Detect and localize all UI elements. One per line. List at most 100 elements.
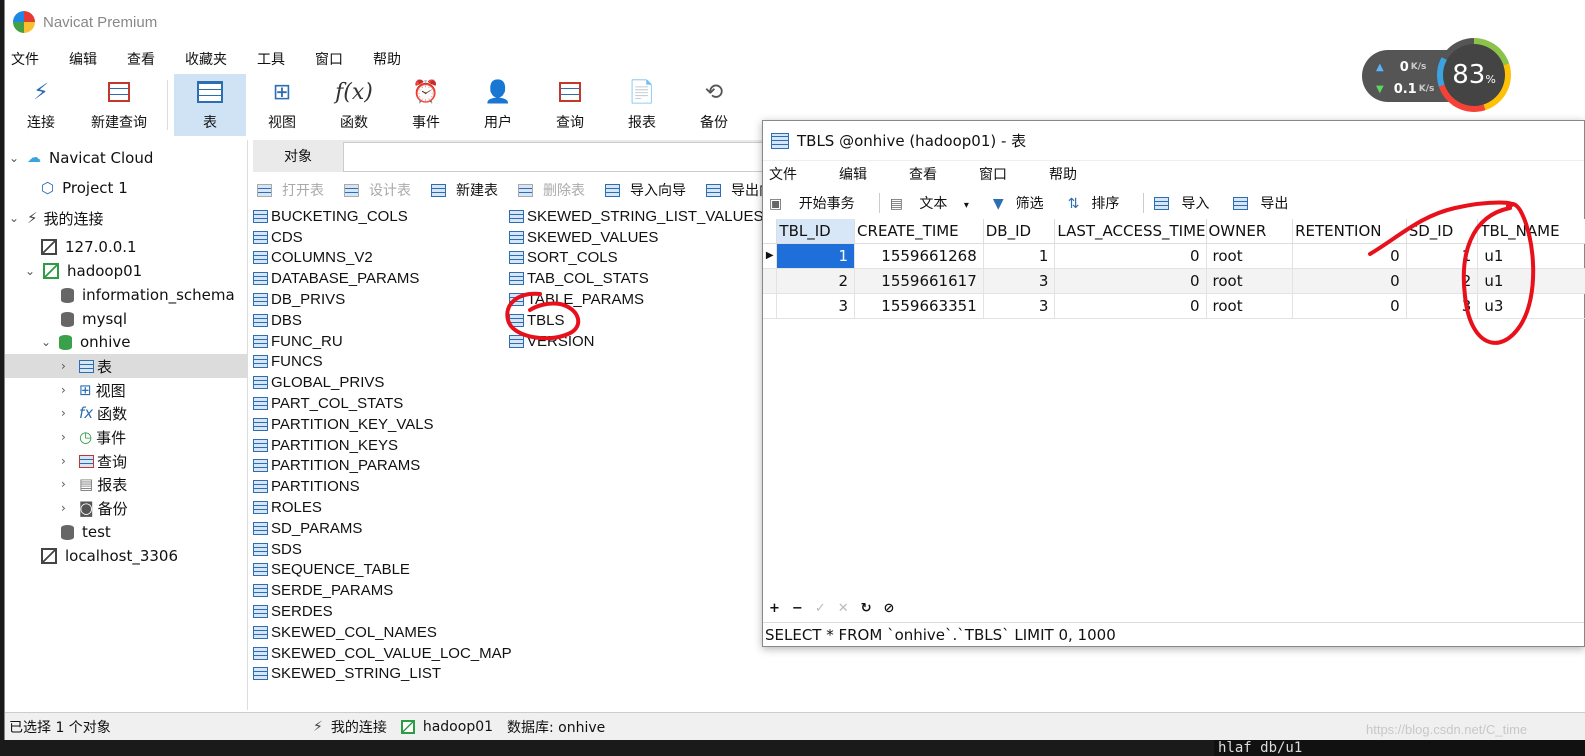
chevron-right-icon[interactable]: ›: [61, 383, 73, 397]
grid-cell[interactable]: 0: [1292, 293, 1407, 319]
grid-cell[interactable]: 1: [983, 243, 1056, 269]
grid-cell[interactable]: 0: [1054, 268, 1207, 294]
tbls-menu-help[interactable]: 帮助: [1049, 164, 1077, 184]
chevron-right-icon[interactable]: ›: [61, 430, 73, 444]
grid-cell[interactable]: 0: [1054, 293, 1207, 319]
tree-navicat-cloud[interactable]: ⌄ ☁ Navicat Cloud: [9, 146, 153, 170]
table-list-item[interactable]: SKEWED_COL_VALUE_LOC_MAP: [253, 643, 512, 664]
functions-button[interactable]: f(x) 函数: [318, 74, 390, 136]
menu-view[interactable]: 查看: [127, 49, 155, 69]
table-list-item[interactable]: DB_PRIVS: [253, 289, 512, 310]
users-button[interactable]: 👤 用户: [462, 74, 534, 136]
connect-button[interactable]: ⚡ 连接: [5, 74, 77, 136]
column-header[interactable]: DB_ID: [983, 219, 1056, 244]
menu-help[interactable]: 帮助: [373, 49, 401, 69]
tbls-menu-edit[interactable]: 编辑: [839, 164, 867, 184]
tree-db-information-schema[interactable]: information_schema: [61, 283, 235, 307]
chevron-right-icon[interactable]: ›: [61, 406, 73, 420]
grid-cell[interactable]: root: [1206, 293, 1294, 319]
table-row[interactable]: 3 1559663351 3 0 root 0 3 u3: [763, 293, 1585, 319]
tree-node-queries[interactable]: › 查询: [61, 449, 127, 473]
queries-button[interactable]: 查询: [534, 74, 606, 136]
import-wizard-button[interactable]: 导入向导: [605, 180, 696, 200]
apply-icon[interactable]: ✓: [815, 601, 826, 616]
add-record-icon[interactable]: +: [769, 601, 780, 616]
table-list-item[interactable]: SKEWED_STRING_LIST_VALUES: [509, 206, 763, 227]
grid-cell[interactable]: root: [1206, 268, 1294, 294]
chevron-down-icon[interactable]: ⌄: [25, 264, 37, 278]
grid-cell[interactable]: 0: [1292, 243, 1407, 269]
table-list-item[interactable]: PART_COL_STATS: [253, 393, 512, 414]
table-list-item[interactable]: SEQUENCE_TABLE: [253, 560, 512, 581]
table-list-item[interactable]: GLOBAL_PRIVS: [253, 372, 512, 393]
tree-conn-127[interactable]: 127.0.0.1: [41, 235, 137, 259]
grid-cell[interactable]: root: [1206, 243, 1294, 269]
reports-button[interactable]: 📄 报表: [606, 74, 678, 136]
table-list-item[interactable]: BUCKETING_COLS: [253, 206, 512, 227]
delete-record-icon[interactable]: −: [792, 601, 803, 616]
views-button[interactable]: ⊞ 视图: [246, 74, 318, 136]
tbls-menu-view[interactable]: 查看: [909, 164, 937, 184]
table-list-item[interactable]: TBLS: [509, 310, 763, 331]
filter-button[interactable]: ▼ 筛选: [993, 193, 1056, 213]
menu-tools[interactable]: 工具: [257, 49, 285, 69]
grid-cell[interactable]: 3: [776, 293, 856, 319]
tree-project[interactable]: ⬡ Project 1: [41, 176, 128, 200]
menu-window[interactable]: 窗口: [315, 49, 343, 69]
table-list-item[interactable]: VERSION: [509, 331, 763, 352]
column-header[interactable]: OWNER: [1206, 219, 1294, 244]
menu-edit[interactable]: 编辑: [69, 49, 97, 69]
chevron-right-icon[interactable]: ›: [61, 501, 73, 515]
table-list-item[interactable]: TAB_COL_STATS: [509, 268, 763, 289]
tree-conn-localhost[interactable]: localhost_3306: [41, 544, 178, 568]
chevron-right-icon[interactable]: ›: [61, 359, 73, 373]
object-search-field[interactable]: [343, 142, 773, 172]
sort-button[interactable]: ⇅ 排序: [1068, 193, 1132, 213]
chevron-right-icon[interactable]: ›: [61, 477, 73, 491]
table-list-item[interactable]: SERDES: [253, 601, 512, 622]
table-list-item[interactable]: COLUMNS_V2: [253, 248, 512, 269]
table-list-item[interactable]: CDS: [253, 227, 512, 248]
grid-cell[interactable]: u1: [1477, 268, 1585, 294]
table-list-item[interactable]: FUNC_RU: [253, 331, 512, 352]
grid-cell[interactable]: 3: [983, 268, 1056, 294]
table-list-item[interactable]: TABLE_PARAMS: [509, 289, 763, 310]
grid-cell[interactable]: 3: [983, 293, 1056, 319]
column-header[interactable]: CREATE_TIME: [854, 219, 984, 244]
table-list-item[interactable]: SERDE_PARAMS: [253, 580, 512, 601]
column-header[interactable]: RETENTION: [1292, 219, 1407, 244]
backups-button[interactable]: ⟲ 备份: [678, 74, 750, 136]
text-view-button[interactable]: ▤ 文本 ▾: [890, 193, 981, 213]
tree-db-mysql[interactable]: mysql: [61, 307, 127, 331]
tbls-menu-window[interactable]: 窗口: [979, 164, 1007, 184]
grid-cell[interactable]: 2: [1406, 268, 1479, 294]
grid-cell[interactable]: 1559661268: [854, 243, 984, 269]
tree-node-events[interactable]: › ◷ 事件: [61, 425, 126, 449]
chevron-down-icon[interactable]: ⌄: [9, 151, 21, 165]
column-header[interactable]: SD_ID: [1406, 219, 1479, 244]
table-list-item[interactable]: SKEWED_VALUES: [509, 227, 763, 248]
grid-cell[interactable]: 1: [776, 243, 856, 269]
grid-cell[interactable]: 1559661617: [854, 268, 984, 294]
table-list-item[interactable]: PARTITIONS: [253, 476, 512, 497]
new-query-button[interactable]: 新建查询: [77, 74, 161, 136]
table-list-item[interactable]: FUNCS: [253, 352, 512, 373]
menu-file[interactable]: 文件: [11, 49, 39, 69]
design-table-button[interactable]: 设计表: [344, 180, 421, 200]
table-list-item[interactable]: SD_PARAMS: [253, 518, 512, 539]
import-button[interactable]: 导入: [1154, 193, 1221, 213]
grid-cell[interactable]: 0: [1054, 243, 1207, 269]
grid-cell[interactable]: u1: [1477, 243, 1585, 269]
table-row[interactable]: 2 1559661617 3 0 root 0 2 u1: [763, 268, 1585, 294]
tree-db-onhive[interactable]: ⌄ onhive: [41, 330, 130, 354]
refresh-icon[interactable]: ↻: [861, 601, 872, 616]
grid-cell[interactable]: 2: [776, 268, 856, 294]
delete-table-button[interactable]: 删除表: [518, 180, 595, 200]
export-button[interactable]: 导出: [1233, 193, 1300, 213]
table-list-item[interactable]: DBS: [253, 310, 512, 331]
tab-objects[interactable]: 对象: [253, 140, 343, 172]
table-list-item[interactable]: SDS: [253, 539, 512, 560]
table-list-item[interactable]: DATABASE_PARAMS: [253, 268, 512, 289]
memory-usage-gauge[interactable]: 83%: [1437, 38, 1511, 112]
table-list-item[interactable]: PARTITION_KEYS: [253, 435, 512, 456]
